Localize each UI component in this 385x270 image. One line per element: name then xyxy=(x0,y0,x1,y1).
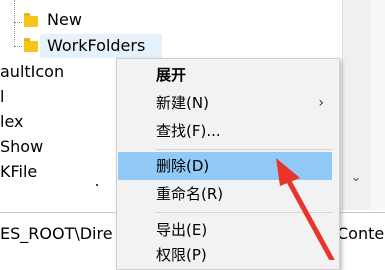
status-path: ES_ROOT\Dire xyxy=(0,224,113,243)
menu-item-label: 删除(D) xyxy=(156,157,210,175)
menu-item-delete[interactable]: 删除(D) xyxy=(118,152,332,180)
status-path-right: Conte xyxy=(337,224,385,243)
menu-item-permissions[interactable]: 权限(P) xyxy=(118,241,334,269)
menu-item-expand[interactable]: 展开 xyxy=(118,61,334,89)
tree-connector xyxy=(14,46,22,47)
right-pane-edge xyxy=(370,0,385,210)
tree-item[interactable]: l xyxy=(0,86,4,108)
tree-item-new[interactable]: New xyxy=(47,9,82,31)
tree-item-defaulticon[interactable]: aultIcon xyxy=(0,61,64,83)
tree-item[interactable]: KFile xyxy=(0,161,37,183)
menu-item-label: 权限(P) xyxy=(156,246,207,264)
chevron-right-icon: › xyxy=(318,95,324,111)
menu-item-find[interactable]: 查找(F)... xyxy=(118,117,334,145)
menu-separator xyxy=(155,212,333,213)
folder-icon xyxy=(24,13,38,27)
tree-item-workfolders[interactable]: WorkFolders xyxy=(47,35,145,57)
scroll-marker xyxy=(96,184,98,186)
folder-icon xyxy=(24,38,38,52)
menu-separator xyxy=(155,149,333,150)
menu-item-label: 重命名(R) xyxy=(156,185,224,203)
tree-item[interactable]: lex xyxy=(0,111,23,133)
menu-item-label: 导出(E) xyxy=(156,221,208,239)
menu-item-new[interactable]: 新建(N) › xyxy=(118,89,334,117)
scroll-down-icon[interactable]: ⌄ xyxy=(346,168,366,188)
tree-connector xyxy=(14,0,15,46)
context-menu: 展开 新建(N) › 查找(F)... 删除(D) 重命名(R) 导出(E) 权… xyxy=(116,58,340,270)
menu-item-label: 新建(N) xyxy=(156,94,209,112)
menu-item-export[interactable]: 导出(E) xyxy=(118,216,334,244)
menu-item-rename[interactable]: 重命名(R) xyxy=(118,180,334,208)
tree-item[interactable]: Show xyxy=(0,136,43,158)
menu-item-label: 展开 xyxy=(156,66,187,84)
tree-connector xyxy=(14,22,22,23)
menu-item-label: 查找(F)... xyxy=(156,122,221,140)
